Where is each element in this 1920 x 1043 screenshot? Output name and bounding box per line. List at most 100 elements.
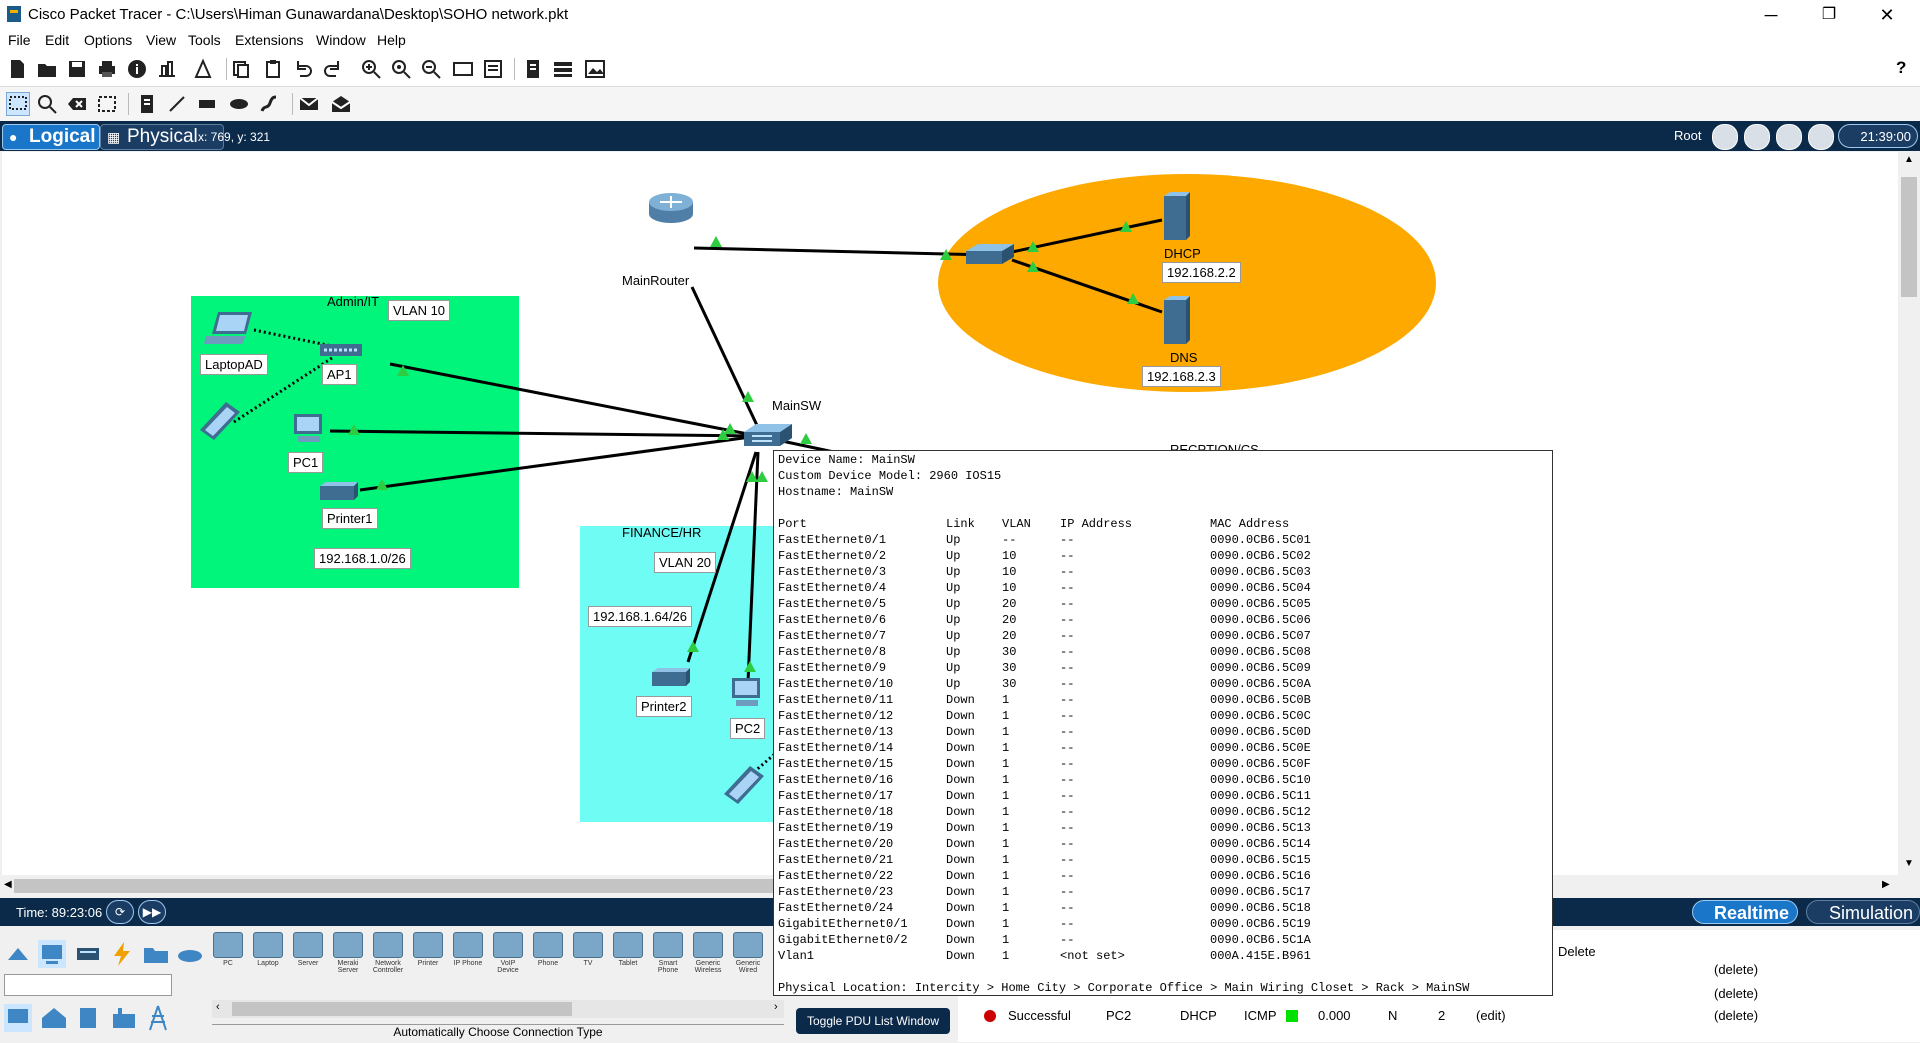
realtime-mode-button[interactable]: Realtime [1692, 900, 1798, 924]
inspect-tool-icon[interactable] [36, 93, 58, 115]
device-type-smart-phone[interactable]: Smart Phone [650, 932, 686, 974]
menu-view[interactable]: View [146, 32, 176, 48]
laptop-icon[interactable] [204, 310, 256, 346]
device-type-meraki-server[interactable]: Meraki Server [330, 932, 366, 974]
simulation-mode-button[interactable]: Simulation [1806, 900, 1920, 924]
connections-category-icon[interactable] [108, 940, 136, 968]
complex-pdu-icon[interactable] [330, 93, 352, 115]
power-cycle-icon[interactable]: ⟳ [106, 900, 134, 924]
device-type-phone[interactable]: Phone [530, 932, 566, 972]
device-type-voip-device[interactable]: VoIP Device [490, 932, 526, 974]
device-type-pc[interactable]: PC [210, 932, 246, 972]
vertical-scrollbar[interactable]: ▲ ▼ [1898, 152, 1920, 875]
resize-shape-icon[interactable] [96, 93, 118, 115]
device-list-scrollbar[interactable]: ‹ › [212, 1000, 784, 1018]
scroll-up-icon[interactable]: ▲ [1904, 154, 1914, 165]
activity-wizard-icon[interactable] [192, 58, 214, 80]
device-type-tablet[interactable]: Tablet [610, 932, 646, 972]
new-cluster-icon[interactable] [1744, 124, 1770, 150]
tab-logical[interactable]: ● Logical [2, 124, 100, 150]
scroll-left-icon[interactable]: ‹ [216, 1001, 220, 1013]
device-search-input[interactable] [4, 974, 172, 996]
ellipse-tool-icon[interactable] [228, 93, 250, 115]
vertical-scroll-thumb[interactable] [1901, 177, 1917, 297]
pdu-delete-link[interactable]: (delete) [1714, 962, 1758, 977]
delete-tool-icon[interactable] [66, 93, 88, 115]
pdu-edit-link[interactable]: (edit) [1476, 1008, 1506, 1023]
menu-extensions[interactable]: Extensions [235, 32, 303, 48]
redo-icon[interactable] [322, 58, 344, 80]
menu-file[interactable]: File [8, 32, 31, 48]
scroll-left-icon[interactable]: ◀ [4, 879, 12, 890]
device-type-generic-wireless[interactable]: Generic Wireless [690, 932, 726, 974]
scroll-right-icon[interactable]: ▶ [1882, 879, 1890, 890]
components-category-icon[interactable] [74, 940, 102, 968]
save-icon[interactable] [66, 58, 88, 80]
minimize-button[interactable]: ─ [1748, 0, 1794, 30]
fast-forward-icon[interactable]: ▶▶ [138, 900, 166, 924]
viewport-clock[interactable]: 21:39:00 [1838, 124, 1918, 148]
scroll-right-icon[interactable]: › [774, 1001, 778, 1013]
undo-icon[interactable] [292, 58, 314, 80]
menu-window[interactable]: Window [316, 32, 366, 48]
device-type-printer[interactable]: Printer [410, 932, 446, 972]
simple-pdu-icon[interactable] [298, 93, 320, 115]
zoom-reset-icon[interactable] [390, 58, 412, 80]
rectangle-tool-icon[interactable] [196, 93, 218, 115]
pdu-icon[interactable] [552, 58, 574, 80]
tablet-icon[interactable] [198, 400, 244, 442]
menu-tools[interactable]: Tools [188, 32, 221, 48]
device-type-network-controller[interactable]: Network Controller [370, 932, 406, 974]
toggle-pdu-list-button[interactable]: Toggle PDU List Window [796, 1008, 950, 1034]
smart-city-subcategory-icon[interactable] [74, 1004, 102, 1032]
select-tool-icon[interactable] [6, 92, 30, 116]
drawing-palette-icon[interactable] [452, 58, 474, 80]
scroll-down-icon[interactable]: ▼ [1904, 858, 1914, 869]
back-icon[interactable] [1712, 124, 1738, 150]
print-icon[interactable] [96, 58, 118, 80]
dns-server-icon[interactable] [1162, 294, 1192, 346]
zoom-out-icon[interactable] [420, 58, 442, 80]
network-info-icon[interactable] [156, 58, 178, 80]
access-point-icon[interactable] [318, 340, 364, 360]
printer-icon[interactable] [650, 666, 694, 690]
restore-button[interactable]: ❐ [1806, 0, 1852, 30]
printer-icon[interactable] [318, 480, 360, 502]
server-switch-icon[interactable] [964, 242, 1016, 268]
switch-icon[interactable] [742, 422, 794, 450]
document-icon[interactable] [522, 58, 544, 80]
pdu-delete-link[interactable]: (delete) [1714, 986, 1758, 1001]
device-type-server[interactable]: Server [290, 932, 326, 972]
info-icon[interactable] [126, 58, 148, 80]
pdu-delete-link[interactable]: (delete) [1714, 1008, 1758, 1023]
copy-icon[interactable] [230, 58, 252, 80]
menu-edit[interactable]: Edit [45, 32, 69, 48]
menu-help[interactable]: Help [377, 32, 406, 48]
paste-icon[interactable] [262, 58, 284, 80]
new-file-icon[interactable] [6, 58, 28, 80]
custom-devices-icon[interactable] [482, 58, 504, 80]
set-background-icon[interactable] [1808, 124, 1834, 150]
device-list-scroll-thumb[interactable] [232, 1002, 572, 1016]
home-subcategory-icon[interactable] [40, 1004, 68, 1032]
pc-subcategory-icon[interactable] [4, 1004, 32, 1032]
network-devices-category-icon[interactable] [4, 940, 32, 968]
move-object-icon[interactable] [1776, 124, 1802, 150]
picture-icon[interactable] [584, 58, 606, 80]
end-devices-category-icon[interactable] [38, 940, 66, 968]
zoom-in-icon[interactable] [360, 58, 382, 80]
power-grid-subcategory-icon[interactable] [144, 1004, 172, 1032]
open-folder-icon[interactable] [36, 58, 58, 80]
tablet-icon[interactable] [722, 764, 768, 806]
device-type-ip-phone[interactable]: IP Phone [450, 932, 486, 972]
device-type-tv[interactable]: TV [570, 932, 606, 972]
pc-icon[interactable] [290, 412, 326, 448]
multiuser-category-icon[interactable] [176, 940, 204, 968]
horizontal-scroll-thumb[interactable] [14, 879, 774, 893]
miscellaneous-category-icon[interactable] [142, 940, 170, 968]
help-button[interactable]: ? [1896, 58, 1906, 78]
freeform-tool-icon[interactable] [258, 93, 280, 115]
dhcp-server-icon[interactable] [1162, 190, 1192, 242]
line-tool-icon[interactable] [166, 93, 188, 115]
note-tool-icon[interactable] [136, 93, 158, 115]
